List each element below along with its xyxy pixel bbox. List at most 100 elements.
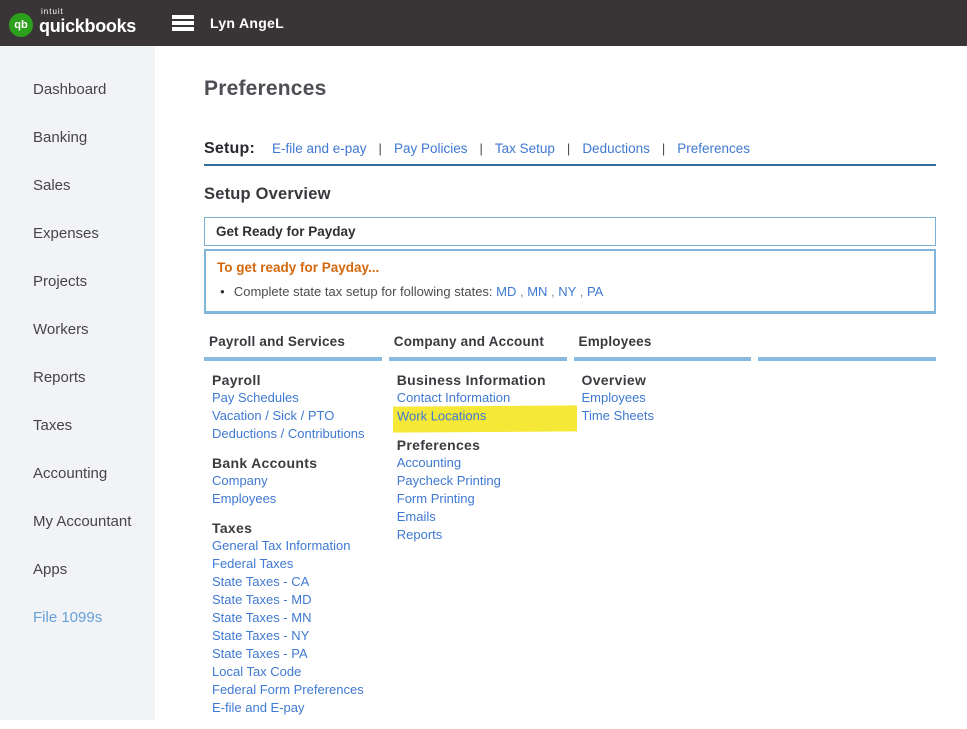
link-state-taxes-ny[interactable]: State Taxes - NY: [212, 627, 382, 645]
column-groups: Business InformationContact InformationW…: [389, 361, 567, 544]
sidebar-item-workers[interactable]: Workers: [0, 305, 155, 353]
group-title-bank-accounts: Bank Accounts: [212, 455, 382, 472]
state-links: MD , MN , NY , PA: [496, 284, 603, 299]
sidebar-item-sales[interactable]: Sales: [0, 161, 155, 209]
setup-links: E-file and e-pay | Pay Policies | Tax Setup |…: [272, 140, 750, 158]
link-reports[interactable]: Reports: [397, 526, 567, 544]
link-state-taxes-ca[interactable]: State Taxes - CA: [212, 573, 382, 591]
column-groups: [758, 361, 936, 372]
qb-monogram: qb: [14, 19, 27, 31]
link-employees[interactable]: Employees: [212, 490, 382, 508]
group-preferences: PreferencesAccountingPaycheck PrintingFo…: [397, 437, 567, 544]
setup-columns: Payroll and Services PayrollPay Schedules…: [204, 334, 936, 729]
hamburger-bar: [172, 15, 194, 19]
sidebar-item-file-1099s[interactable]: File 1099s: [0, 593, 155, 641]
sidebar-item-banking[interactable]: Banking: [0, 113, 155, 161]
setup-divider: [204, 164, 936, 166]
setup-link-separator: |: [567, 141, 570, 156]
setup-link-preferences[interactable]: Preferences: [677, 141, 750, 156]
setup-link-tax-setup[interactable]: Tax Setup: [495, 141, 555, 156]
column-groups: PayrollPay SchedulesVacation / Sick / PT…: [204, 361, 382, 717]
link-state-taxes-mn[interactable]: State Taxes - MN: [212, 609, 382, 627]
qb-logo-icon: qb: [9, 13, 33, 37]
column-empty: [758, 334, 936, 729]
setup-link-pay-policies[interactable]: Pay Policies: [394, 141, 468, 156]
link-state-taxes-pa[interactable]: State Taxes - PA: [212, 645, 382, 663]
company-name: Lyn AngeL: [210, 0, 284, 46]
link-vacation-sick-pto[interactable]: Vacation / Sick / PTO: [212, 407, 382, 425]
link-form-printing[interactable]: Form Printing: [397, 490, 567, 508]
link-company[interactable]: Company: [212, 472, 382, 490]
link-state-taxes-md[interactable]: State Taxes - MD: [212, 591, 382, 609]
column-header-empty: [758, 334, 936, 353]
state-link-ny[interactable]: NY: [558, 284, 576, 299]
group-business-information: Business InformationContact InformationW…: [397, 372, 567, 432]
setup-overview-title: Setup Overview: [204, 185, 936, 204]
group-title-taxes: Taxes: [212, 520, 382, 537]
main-content: Preferences Setup: E-file and e-pay | Pay …: [155, 46, 967, 720]
setup-link-separator: |: [662, 141, 665, 156]
link-contact-information[interactable]: Contact Information: [397, 389, 567, 407]
link-e-file-and-e-pay[interactable]: E-file and E-pay: [212, 699, 382, 717]
group-title-preferences: Preferences: [397, 437, 567, 454]
sidebar-item-expenses[interactable]: Expenses: [0, 209, 155, 257]
link-work-locations[interactable]: Work Locations: [393, 405, 577, 432]
link-local-tax-code[interactable]: Local Tax Code: [212, 663, 382, 681]
setup-link-e-file-and-e-pay[interactable]: E-file and e-pay: [272, 141, 367, 156]
hamburger-menu-icon[interactable]: [172, 15, 194, 33]
sidebar-item-reports[interactable]: Reports: [0, 353, 155, 401]
setup-link-deductions[interactable]: Deductions: [582, 141, 650, 156]
column-header-employees: Employees: [574, 334, 752, 353]
sidebar-item-dashboard[interactable]: Dashboard: [0, 65, 155, 113]
setup-label: Setup:: [204, 140, 255, 158]
group-title-payroll: Payroll: [212, 372, 382, 389]
link-general-tax-information[interactable]: General Tax Information: [212, 537, 382, 555]
payday-bullet-line: ● Complete state tax setup for following …: [217, 284, 923, 299]
sidebar-item-my-accountant[interactable]: My Accountant: [0, 497, 155, 545]
payday-message: To get ready for Payday...: [217, 260, 923, 275]
state-separator: ,: [516, 284, 527, 299]
sidebar-item-apps[interactable]: Apps: [0, 545, 155, 593]
sidebar-item-accounting[interactable]: Accounting: [0, 449, 155, 497]
link-federal-taxes[interactable]: Federal Taxes: [212, 555, 382, 573]
column-header-company-and-account: Company and Account: [389, 334, 567, 353]
hamburger-bar: [172, 21, 194, 25]
sidebar-nav: DashboardBankingSalesExpensesProjectsWor…: [0, 46, 155, 720]
intuit-wordmark: intuit: [41, 8, 136, 16]
bullet-icon: ●: [220, 287, 225, 296]
column-company-and-account: Company and Account Business InformationC…: [389, 334, 567, 729]
link-accounting[interactable]: Accounting: [397, 454, 567, 472]
quickbooks-wordmark: quickbooks: [39, 17, 136, 35]
state-link-md[interactable]: MD: [496, 284, 516, 299]
state-link-mn[interactable]: MN: [527, 284, 547, 299]
column-employees: EmployeesOverviewEmployeesTime Sheets: [574, 334, 752, 729]
payday-box-title: Get Ready for Payday: [216, 224, 356, 239]
link-deductions-contributions[interactable]: Deductions / Contributions: [212, 425, 382, 443]
state-separator: ,: [547, 284, 558, 299]
link-paycheck-printing[interactable]: Paycheck Printing: [397, 472, 567, 490]
link-emails[interactable]: Emails: [397, 508, 567, 526]
top-bar: qb intuit quickbooks Lyn AngeL: [0, 0, 967, 46]
bullet-text: Complete state tax setup for following s…: [234, 284, 493, 299]
brand-wordmark: intuit quickbooks: [39, 8, 136, 35]
quickbooks-logo[interactable]: qb intuit quickbooks: [9, 6, 136, 37]
group-overview: OverviewEmployeesTime Sheets: [582, 372, 752, 425]
sidebar-item-projects[interactable]: Projects: [0, 257, 155, 305]
link-time-sheets[interactable]: Time Sheets: [582, 407, 752, 425]
group-title-business-information: Business Information: [397, 372, 567, 389]
link-federal-form-preferences[interactable]: Federal Form Preferences: [212, 681, 382, 699]
group-title-overview: Overview: [582, 372, 752, 389]
link-employees[interactable]: Employees: [582, 389, 752, 407]
column-groups: OverviewEmployeesTime Sheets: [574, 361, 752, 425]
state-link-pa[interactable]: PA: [587, 284, 603, 299]
column-header-payroll-and-services: Payroll and Services: [204, 334, 382, 353]
setup-links-row: Setup: E-file and e-pay | Pay Policies | Tax…: [204, 140, 936, 158]
payday-box-body: To get ready for Payday... ● Complete sta…: [204, 249, 936, 314]
group-payroll: PayrollPay SchedulesVacation / Sick / PT…: [212, 372, 382, 443]
setup-link-separator: |: [479, 141, 482, 156]
hamburger-bar: [172, 27, 194, 31]
link-pay-schedules[interactable]: Pay Schedules: [212, 389, 382, 407]
page-title: Preferences: [204, 77, 936, 101]
column-payroll-and-services: Payroll and Services PayrollPay Schedules…: [204, 334, 382, 729]
sidebar-item-taxes[interactable]: Taxes: [0, 401, 155, 449]
